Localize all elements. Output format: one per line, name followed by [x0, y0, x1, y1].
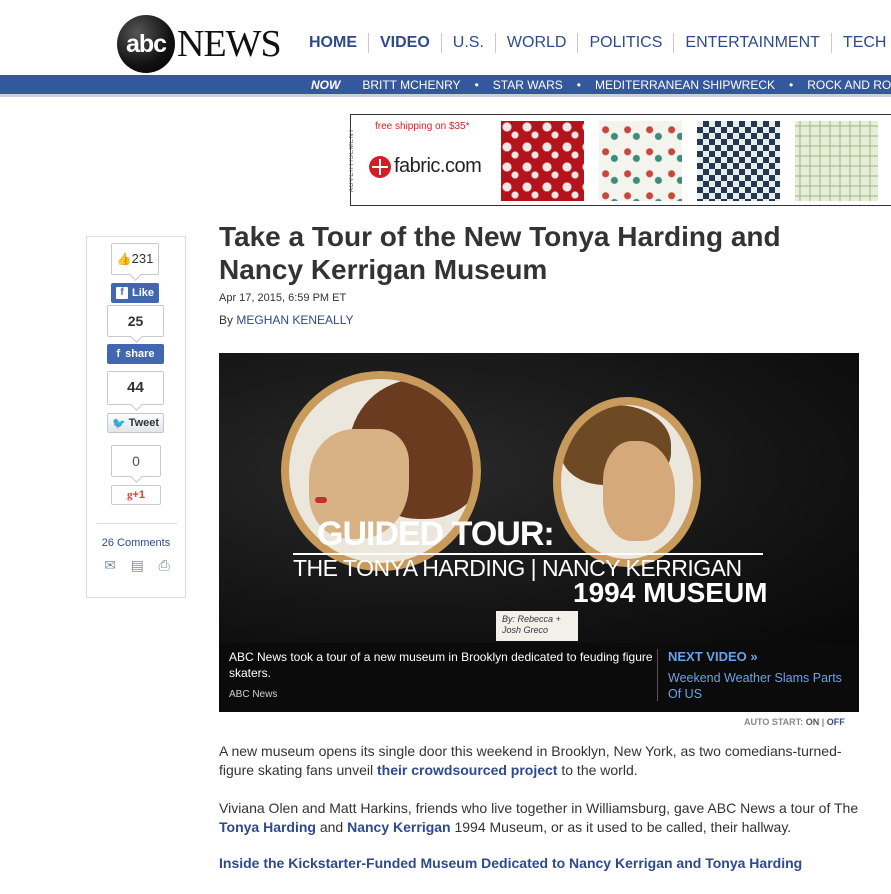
like-label: Like [131, 287, 154, 299]
separator-dot: • [474, 78, 479, 92]
autostart-toggle: AUTO START: ON | OFF [744, 717, 845, 727]
video-caption: ABC News took a tour of a new museum in … [229, 650, 653, 680]
facebook-icon: f [116, 348, 121, 360]
gplus-count-box: 0 [111, 445, 161, 477]
nancy-kerrigan-link[interactable]: Nancy Kerrigan [347, 819, 450, 835]
fabric-ad-banner[interactable]: ADVERTISEMENT free shipping on $35* fabr… [349, 114, 891, 206]
related-article-link[interactable]: Inside the Kickstarter-Funded Museum Ded… [219, 855, 802, 871]
article-title: Take a Tour of the New Tonya Harding and… [219, 221, 781, 285]
autostart-separator: | [821, 717, 825, 727]
article-paragraph-1: A new museum opens its single door this … [219, 742, 869, 780]
share-count: 25 [127, 313, 144, 329]
paragraph-text: 1994 Museum, or as it used to be called,… [450, 819, 792, 835]
like-count-box: 👍231 [111, 243, 159, 275]
autostart-label: AUTO START: [744, 717, 804, 727]
rail-actions: ✉ ▤ ⎙ [97, 557, 177, 574]
crowdsourced-project-link[interactable]: their crowdsourced project [377, 762, 557, 778]
nav-tech[interactable]: TECH [830, 33, 891, 53]
video-overlay-museum: 1994 MUSEUM [573, 577, 768, 608]
fabric-swatch-red-floral[interactable] [501, 121, 584, 201]
trending-britt-mchenry[interactable]: BRITT MCHENRY [362, 78, 460, 92]
comments-link[interactable]: 26 Comments [87, 537, 185, 549]
trending-shipwreck[interactable]: MEDITERRANEAN SHIPWRECK [595, 78, 775, 92]
trending-rock-and-roll[interactable]: ROCK AND RO [807, 78, 891, 92]
fabric-logo-icon [369, 155, 391, 178]
abc-logo-mark: abc [117, 15, 175, 73]
nav-politics[interactable]: POLITICS [577, 33, 673, 53]
thumbs-up-icon: 👍 [116, 252, 132, 266]
tweet-button[interactable]: 🐦 Tweet [107, 413, 164, 433]
share-count-box: 25 [107, 305, 164, 337]
separator-dot: • [789, 78, 794, 92]
next-video-title[interactable]: Weekend Weather Slams Parts Of US [668, 670, 853, 702]
tonya-harding-link[interactable]: Tonya Harding [219, 819, 316, 835]
facebook-share-button[interactable]: f share [107, 344, 164, 364]
video-credit: ABC News [229, 689, 278, 700]
video-overlay-title: GUIDED TOUR: [317, 515, 555, 553]
article-date: Apr 17, 2015, 6:59 PM ET [219, 292, 347, 304]
artist-tag: By: Rebecca + Josh Greco [496, 611, 578, 641]
abc-news-logo[interactable]: abc NEWS [117, 14, 282, 74]
twitter-bird-icon: 🐦 [111, 417, 126, 430]
tweet-label: Tweet [128, 417, 160, 429]
nav-entertainment[interactable]: ENTERTAINMENT [673, 33, 831, 53]
byline-by: By [219, 313, 234, 327]
gplus-label: +1 [132, 489, 146, 501]
autostart-off[interactable]: OFF [827, 717, 845, 727]
author-link[interactable]: MEGHAN KENEALLY [236, 313, 353, 327]
ad-brand-text: fabric.com [394, 155, 482, 177]
autostart-on[interactable]: ON [806, 717, 820, 727]
google-plus-button[interactable]: g +1 [111, 485, 161, 505]
paragraph-text: and [315, 819, 348, 835]
next-video-label[interactable]: NEXT VIDEO » [668, 649, 758, 664]
nav-video[interactable]: VIDEO [368, 33, 441, 53]
nav-home[interactable]: HOME [298, 33, 368, 53]
rail-divider [97, 523, 177, 524]
fabric-swatch-navy-geometric[interactable] [697, 121, 780, 201]
trending-star-wars[interactable]: STAR WARS [493, 78, 563, 92]
article-paragraph-2: Viviana Olen and Matt Harkins, friends w… [219, 799, 869, 837]
facebook-like-button[interactable]: f Like [111, 283, 159, 303]
video-player[interactable]: GUIDED TOUR: THE TONYA HARDING | NANCY K… [219, 353, 859, 712]
lips [315, 497, 327, 503]
nav-world[interactable]: WORLD [494, 33, 578, 53]
next-video-divider [657, 649, 658, 701]
share-label: share [125, 348, 155, 360]
email-icon[interactable]: ✉ [104, 557, 116, 574]
paragraph-text: Viviana Olen and Matt Harkins, friends w… [219, 800, 859, 816]
share-rail: 👍231 f Like 25 f share 44 🐦 Tweet 0 g +1 26 … [86, 236, 186, 598]
comment-icon[interactable]: ▤ [131, 557, 144, 574]
news-wordmark: NEWS [177, 23, 282, 65]
nav-us[interactable]: U.S. [440, 33, 495, 53]
trending-bar: NOW BRITT MCHENRY • STAR WARS • MEDITERR… [0, 75, 891, 97]
tweet-count: 44 [127, 379, 144, 396]
separator-dot: • [576, 78, 581, 92]
paragraph-text: to the world. [557, 762, 638, 778]
print-icon[interactable]: ⎙ [158, 557, 169, 574]
fabric-swatch-feathers[interactable] [599, 121, 682, 201]
now-label: NOW [311, 78, 341, 92]
ad-brand: fabric.com [369, 155, 482, 178]
ad-offer: free shipping on $35* [375, 121, 470, 132]
article-byline: By MEGHAN KENEALLY [219, 313, 354, 327]
like-count: 231 [131, 251, 154, 266]
ad-label: ADVERTISEMENT [349, 128, 355, 192]
page: abc NEWS HOME VIDEO U.S. WORLD POLITICS … [0, 0, 891, 894]
facebook-icon: f [115, 287, 128, 299]
main-nav: HOME VIDEO U.S. WORLD POLITICS ENTERTAIN… [298, 33, 891, 53]
fabric-swatch-green-lattice[interactable] [795, 121, 878, 201]
tweet-count-box: 44 [107, 371, 164, 405]
gplus-count: 0 [132, 453, 140, 469]
